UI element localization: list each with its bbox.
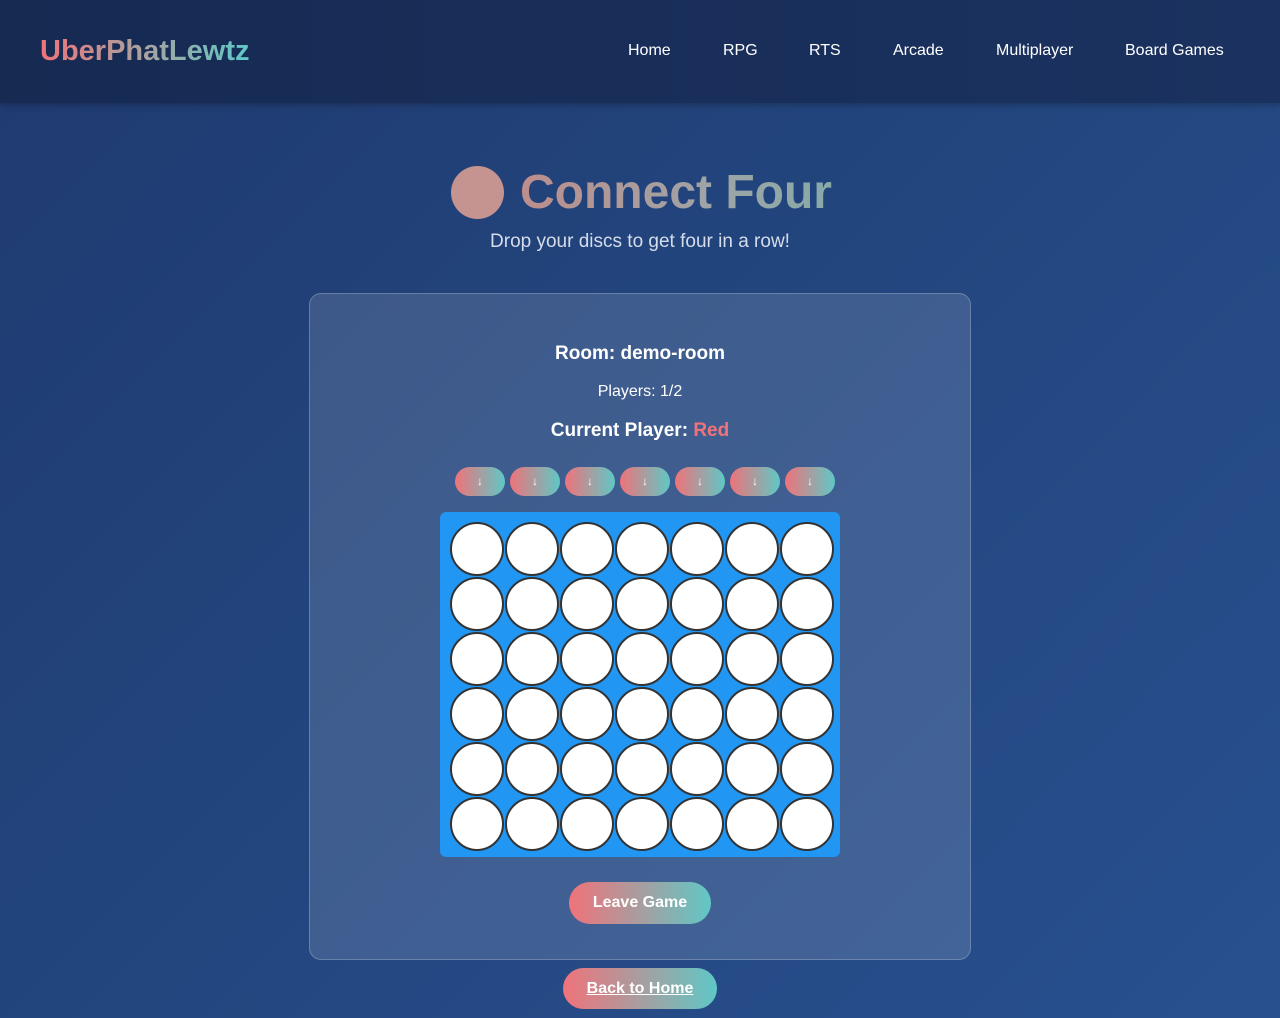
room-name: Room: demo-room xyxy=(555,343,725,364)
board-cell[interactable] xyxy=(780,797,834,851)
board-cell[interactable] xyxy=(670,797,724,851)
board-cell[interactable] xyxy=(780,632,834,686)
board-cell[interactable] xyxy=(780,577,834,631)
board-cell[interactable] xyxy=(670,577,724,631)
board-cell[interactable] xyxy=(615,522,669,576)
board-cell[interactable] xyxy=(450,742,504,796)
top-navbar: UberPhatLewtz Home RPG RTS Arcade Multip… xyxy=(0,0,1280,103)
board-cell[interactable] xyxy=(505,797,559,851)
board-cell[interactable] xyxy=(670,742,724,796)
game-board xyxy=(440,512,840,857)
disc-icon xyxy=(451,166,504,219)
board-cell[interactable] xyxy=(505,742,559,796)
nav-link-rpg[interactable]: RPG xyxy=(723,41,758,61)
page-title: Connect Four xyxy=(520,166,832,219)
nav-link-home[interactable]: Home xyxy=(628,41,671,61)
player-count: Players: 1/2 xyxy=(597,383,683,400)
board-cell[interactable] xyxy=(505,577,559,631)
drop-column-4-button[interactable]: ↓ xyxy=(620,467,670,496)
board-cell[interactable] xyxy=(780,742,834,796)
board-cell[interactable] xyxy=(670,522,724,576)
board-cell[interactable] xyxy=(725,797,779,851)
board-cell[interactable] xyxy=(450,687,504,741)
nav-link-board-games[interactable]: Board Games xyxy=(1125,41,1224,61)
drop-column-6-button[interactable]: ↓ xyxy=(730,467,780,496)
drop-column-2-button[interactable]: ↓ xyxy=(510,467,560,496)
board-cell[interactable] xyxy=(725,522,779,576)
board-cell[interactable] xyxy=(450,632,504,686)
current-player: Current Player: Red xyxy=(0,420,1280,442)
board-cell[interactable] xyxy=(505,632,559,686)
board-cell[interactable] xyxy=(505,522,559,576)
back-to-home-link[interactable]: Back to Home xyxy=(563,968,717,1009)
board-cell[interactable] xyxy=(560,577,614,631)
current-player-label: Current Player: xyxy=(550,420,689,441)
board-cell[interactable] xyxy=(615,577,669,631)
drop-column-1-button[interactable]: ↓ xyxy=(455,467,505,496)
drop-column-3-button[interactable]: ↓ xyxy=(565,467,615,496)
board-cell[interactable] xyxy=(560,797,614,851)
board-cell[interactable] xyxy=(560,522,614,576)
board-cell[interactable] xyxy=(615,687,669,741)
board-cell[interactable] xyxy=(670,687,724,741)
leave-game-button[interactable]: Leave Game xyxy=(569,882,711,924)
board-cell[interactable] xyxy=(725,687,779,741)
drop-column-5-button[interactable]: ↓ xyxy=(675,467,725,496)
board-cell[interactable] xyxy=(450,797,504,851)
drop-column-7-button[interactable]: ↓ xyxy=(785,467,835,496)
board-cell[interactable] xyxy=(560,742,614,796)
page-subtitle: Drop your discs to get four in a row! xyxy=(490,231,790,252)
board-cell[interactable] xyxy=(615,742,669,796)
board-cell[interactable] xyxy=(560,632,614,686)
board-cell[interactable] xyxy=(560,687,614,741)
board-cell[interactable] xyxy=(670,632,724,686)
board-cell[interactable] xyxy=(615,797,669,851)
main-nav: Home RPG RTS Arcade Multiplayer Board Ga… xyxy=(0,41,1280,63)
nav-link-arcade[interactable]: Arcade xyxy=(893,41,944,61)
board-cell[interactable] xyxy=(780,522,834,576)
board-cell[interactable] xyxy=(725,632,779,686)
nav-link-multiplayer[interactable]: Multiplayer xyxy=(996,41,1073,61)
board-cell[interactable] xyxy=(450,522,504,576)
board-cell[interactable] xyxy=(725,742,779,796)
board-cell[interactable] xyxy=(505,687,559,741)
current-player-value: Red xyxy=(693,420,730,441)
board-cell[interactable] xyxy=(450,577,504,631)
board-cell[interactable] xyxy=(615,632,669,686)
board-cell[interactable] xyxy=(780,687,834,741)
board-cell[interactable] xyxy=(725,577,779,631)
nav-link-rts[interactable]: RTS xyxy=(809,41,841,61)
